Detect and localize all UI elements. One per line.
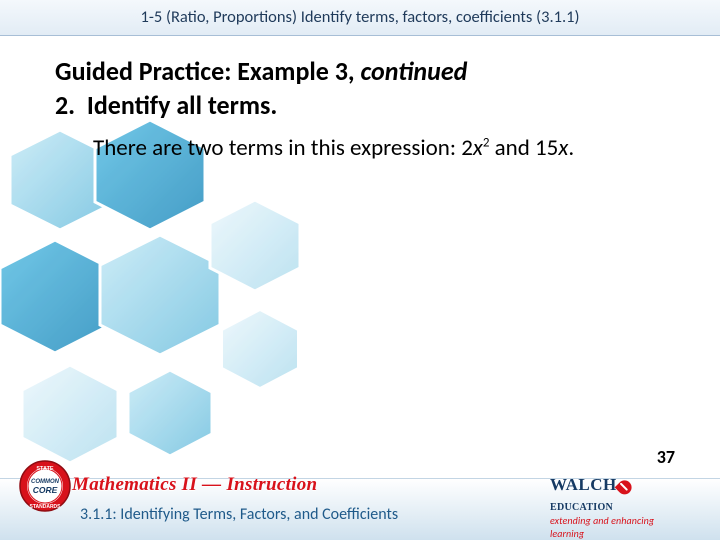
term2-var: x <box>558 134 568 162</box>
book-title: Mathematics II — Instruction <box>72 474 317 496</box>
walch-logo: WALCH EDUCATION <box>550 475 690 515</box>
top-bar: 1-5 (Ratio, Proportions) Identify terms,… <box>0 0 720 36</box>
publisher-block: WALCH EDUCATION extending and enhancing l… <box>550 475 690 540</box>
leaf-icon <box>614 478 634 498</box>
heading-prefix: Guided Practice: Example 3, <box>55 55 361 87</box>
svg-text:STANDARDS: STANDARDS <box>29 504 61 510</box>
body-text: There are two terms in this expression: … <box>93 135 680 163</box>
body-intro: There are two terms in this expression: <box>93 134 461 162</box>
body-period: . <box>568 134 574 162</box>
svg-text:STATE: STATE <box>36 466 54 472</box>
footer: STATE STANDARDS COMMON CORE Mathematics … <box>0 478 720 540</box>
publisher-tagline: extending and enhancing learning <box>550 514 690 540</box>
publisher-name: WALCH <box>550 475 617 494</box>
page-number: 37 <box>657 446 675 468</box>
background-hexagons <box>0 120 340 470</box>
lesson-header: 1-5 (Ratio, Proportions) Identify terms,… <box>140 7 579 27</box>
term1-coef: 2 <box>461 134 473 162</box>
slide: 1-5 (Ratio, Proportions) Identify terms,… <box>0 0 720 540</box>
step-number: 2. <box>55 89 75 121</box>
footer-brand-band: Mathematics II — Instruction <box>72 473 317 497</box>
common-core-seal-icon: STATE STANDARDS COMMON CORE <box>18 459 72 513</box>
term1-var: x <box>473 134 483 162</box>
section-reference: 3.1.1: Identifying Terms, Factors, and C… <box>80 505 398 524</box>
heading-line-2: 2. Identify all terms. <box>55 89 680 121</box>
content-area: Guided Practice: Example 3, continued 2.… <box>55 55 680 163</box>
step-title: Identify all terms. <box>87 89 277 121</box>
svg-text:CORE: CORE <box>33 485 58 495</box>
heading-line-1: Guided Practice: Example 3, continued <box>55 55 680 87</box>
term2-coef: 15 <box>535 134 558 162</box>
body-mid: and <box>489 134 535 162</box>
publisher-sub: EDUCATION <box>550 502 613 513</box>
heading-continued: continued <box>361 55 468 87</box>
